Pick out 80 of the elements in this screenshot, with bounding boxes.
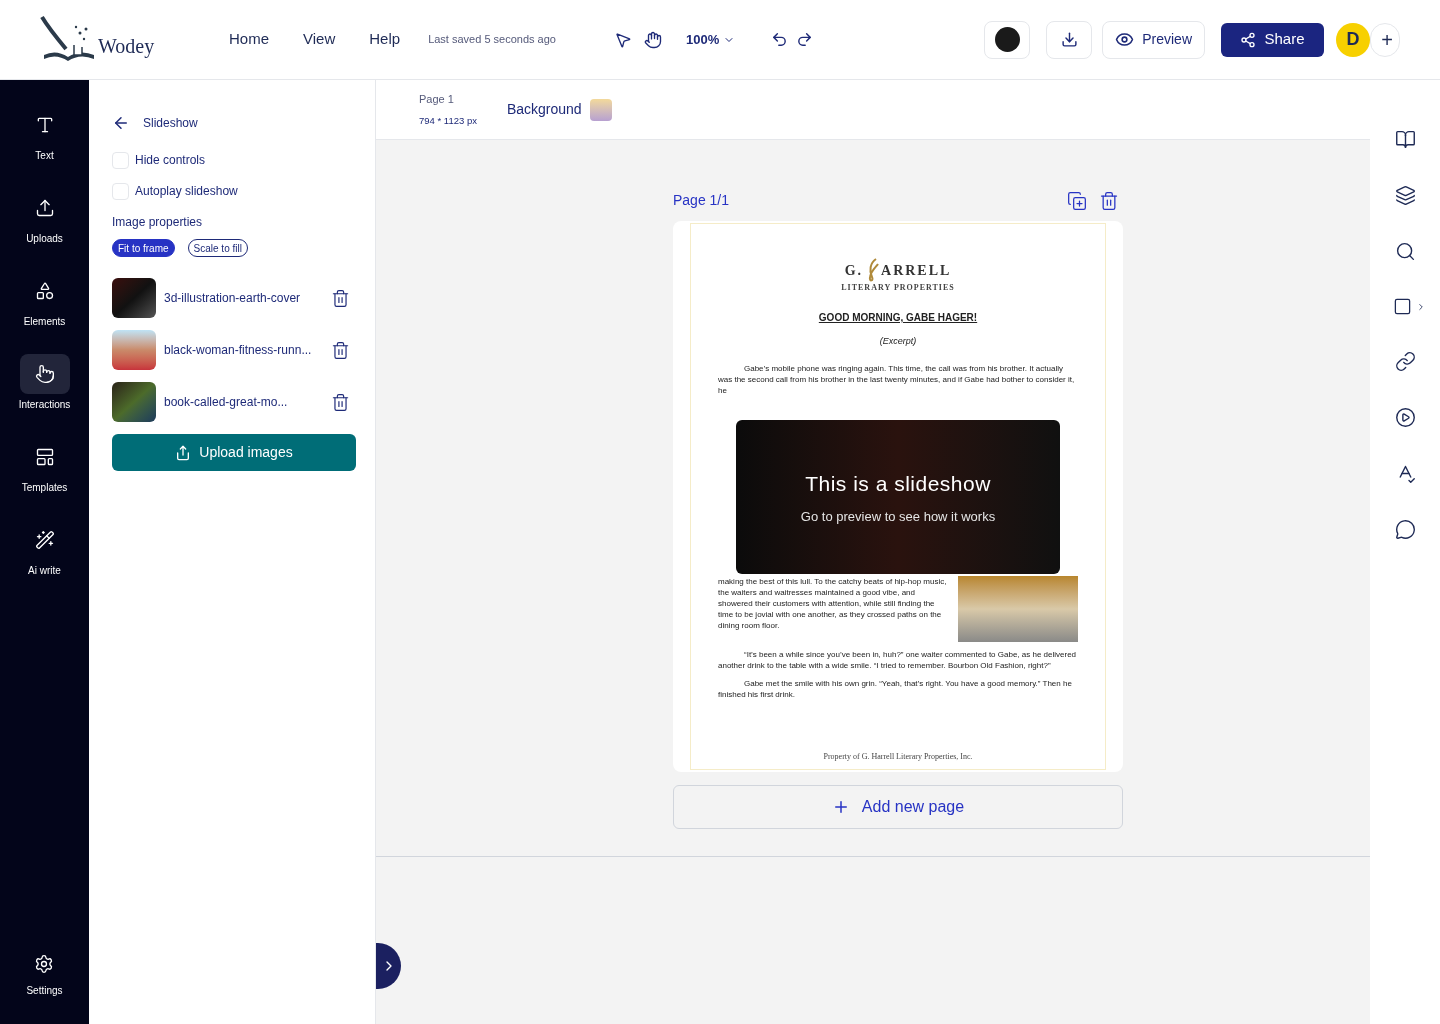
zoom-dropdown[interactable]: 100% <box>685 29 736 50</box>
panel-title: Slideshow <box>143 115 198 132</box>
background-button[interactable]: Background <box>506 98 612 121</box>
settings-item[interactable]: Settings <box>26 954 63 998</box>
sidebar-item[interactable]: Templates <box>0 437 89 520</box>
image-name: 3d-illustration-earth-cover <box>164 290 302 307</box>
share-button[interactable]: Share <box>1221 22 1324 57</box>
document-paragraph: Gabe met the smile with his own grin. “Yeah, that’s right. You have a good memory.” Then he finished his first drink. <box>718 678 1073 700</box>
book-icon[interactable] <box>1394 129 1416 150</box>
logo-text: G. <box>844 261 863 280</box>
checkbox[interactable] <box>112 182 129 200</box>
sidebar-item[interactable]: Interactions <box>0 354 89 437</box>
preview-button[interactable]: Preview <box>1102 20 1205 59</box>
undo-icon[interactable] <box>771 31 789 48</box>
sidebar-item-icon <box>34 447 55 467</box>
slideshow-subtitle: Go to preview to see how it works <box>800 508 996 526</box>
logo-tagline: LITERARY PROPERTIES <box>841 282 955 294</box>
settings-icon <box>34 954 55 974</box>
page-size: 794 * 1123 px <box>419 113 477 128</box>
document-subheading: (Excerpt) <box>879 335 917 348</box>
pointer-icon[interactable] <box>613 30 632 49</box>
sidebar-item-icon <box>34 530 55 550</box>
document-paragraph: Gabe’s mobile phone was ringing again. This time, the call was from his brother. It actually was the second call from his brother in the last twenty minutes, and if Gabe had bother to consider it, he <box>718 362 1076 396</box>
logo-text: ARRELL <box>881 261 952 280</box>
logo-text: Wodey <box>98 33 155 60</box>
document-footer: Property of G. Harrell Literary Properties, Inc. <box>823 751 973 763</box>
page-label: Page 1 <box>419 92 455 108</box>
nav-link[interactable]: Home <box>229 28 269 51</box>
save-status: Last saved 5 seconds ago <box>428 32 556 48</box>
download-button[interactable] <box>1046 20 1093 59</box>
background-swatch <box>589 98 612 121</box>
page-title: Page 1/1 <box>673 191 730 210</box>
image-name: book-called-great-mo... <box>164 394 289 411</box>
link-icon[interactable] <box>1394 351 1416 372</box>
search-icon[interactable] <box>1394 241 1416 262</box>
duplicate-icon[interactable] <box>1067 190 1087 211</box>
eye-icon <box>1115 30 1135 49</box>
sidebar-item-icon <box>34 198 55 218</box>
checkbox-label: Autoplay slideshow <box>135 183 238 200</box>
color-button[interactable] <box>984 20 1031 59</box>
user-avatar[interactable]: D <box>1336 22 1370 57</box>
back-icon[interactable] <box>112 114 130 132</box>
upload-button[interactable]: Upload images <box>112 434 356 471</box>
document-paragraph: “It’s been a while since you’ve been in, huh?” one waiter commented to Gabe, as he delivered another drink to the table with a wide smile. “I tried to remember. Bourbon Old Fashion, right?” <box>718 649 1078 671</box>
redo-icon[interactable] <box>796 31 814 48</box>
image-thumbnail <box>112 330 156 370</box>
play-icon[interactable] <box>1394 407 1416 428</box>
hand-icon[interactable] <box>643 30 662 49</box>
section-heading: Image properties <box>112 214 204 231</box>
image-thumbnail <box>112 278 156 318</box>
nav-link[interactable]: View <box>303 28 336 51</box>
color-swatch <box>994 27 1020 52</box>
upload-icon <box>175 444 192 461</box>
fit-option[interactable]: Fit to frame <box>112 239 175 257</box>
document-paragraph: making the best of this lull. To the catchy beats of hip-hop music, the waiters and waitresses maintained a good vibe, and showered their customers with attention, while still finding the time to be jovial with one another, as they crossed paths on the dining room floor. <box>718 576 948 631</box>
trash-icon[interactable] <box>331 340 350 360</box>
checkbox-label: Hide controls <box>135 152 206 169</box>
shape-tool-button[interactable] <box>1392 297 1426 316</box>
trash-icon[interactable] <box>331 392 350 412</box>
expand-panel-button[interactable] <box>376 943 401 989</box>
sidebar-item[interactable]: Elements <box>0 271 89 354</box>
image-name: black-woman-fitness-runn... <box>164 342 313 359</box>
chat-icon[interactable] <box>1394 519 1416 540</box>
nav-link[interactable]: Help <box>369 28 401 51</box>
square-icon <box>1392 297 1412 316</box>
add-page-button[interactable]: Add new page <box>673 785 1123 829</box>
sidebar-item[interactable]: Text <box>0 105 89 188</box>
sidebar-item[interactable]: Uploads <box>0 188 89 271</box>
share-icon <box>1240 31 1257 48</box>
trash-icon[interactable] <box>1099 190 1119 211</box>
document-heading: GOOD MORNING, GABE HAGER! <box>818 311 978 325</box>
image-thumbnail <box>112 382 156 422</box>
sidebar-item-icon <box>34 281 55 301</box>
sidebar-item[interactable]: Ai write <box>0 520 89 603</box>
download-icon <box>1060 31 1078 48</box>
checkbox[interactable] <box>112 151 129 169</box>
sidebar-item-icon <box>34 364 55 384</box>
slideshow-title: This is a slideshow <box>805 470 991 497</box>
layers-icon[interactable] <box>1394 185 1416 206</box>
trash-icon[interactable] <box>331 288 350 308</box>
